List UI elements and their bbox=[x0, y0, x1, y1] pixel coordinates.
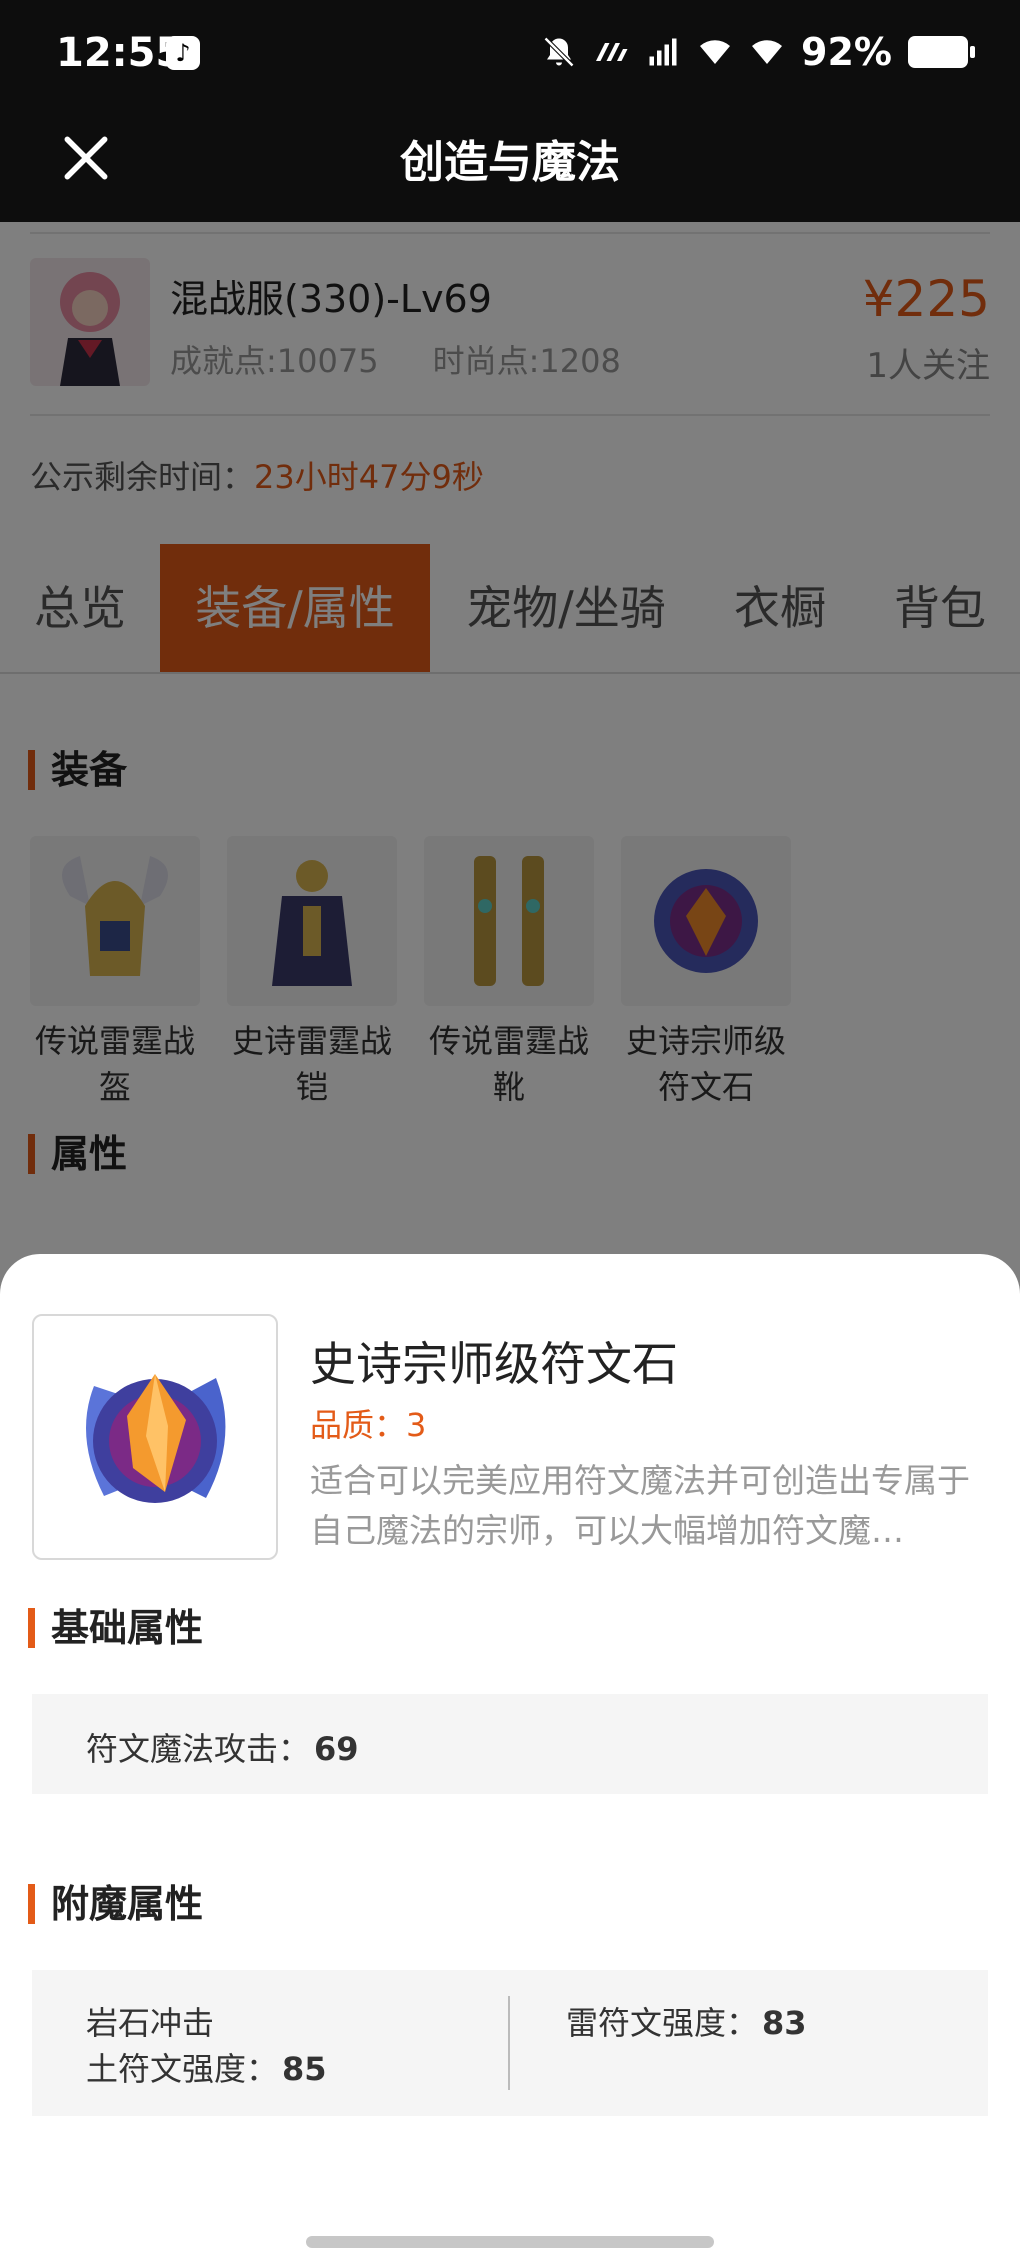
status-time: 12:55 bbox=[56, 30, 184, 76]
attribute-value: 69 bbox=[314, 1730, 359, 1768]
mute-bell-icon bbox=[543, 36, 575, 68]
item-detail-sheet: 史诗宗师级符文石 品质：3 适合可以完美应用符文魔法并可创造出专属于自己魔法的宗… bbox=[0, 1254, 1020, 2267]
column-divider bbox=[508, 1996, 510, 2090]
section-title-base-attributes: 基础属性 bbox=[28, 1608, 203, 1648]
wifi-icon-2 bbox=[752, 40, 783, 64]
attribute-value: 85 bbox=[282, 2050, 327, 2088]
section-title-enchant-attributes: 附魔属性 bbox=[28, 1884, 203, 1924]
network-icon bbox=[596, 43, 628, 61]
item-description: 适合可以完美应用符文魔法并可创造出专属于自己魔法的宗师，可以大幅增加符文魔… bbox=[310, 1461, 970, 1550]
app-header: 创造与魔法 bbox=[0, 110, 1020, 222]
page-title: 创造与魔法 bbox=[400, 137, 620, 188]
enchant-attribute: 土符文强度： 85 bbox=[86, 2044, 327, 2090]
enchant-name: 岩石冲击 bbox=[86, 2004, 215, 2042]
item-name: 史诗宗师级符文石 bbox=[310, 1337, 678, 1391]
attribute-label: 符文魔法攻击： bbox=[86, 1730, 311, 1768]
wifi-icon bbox=[700, 40, 731, 64]
attribute-label: 雷符文强度： bbox=[566, 2004, 759, 2042]
signal-5g-icon bbox=[649, 38, 677, 66]
enchant-attribute: 雷符文强度： 83 bbox=[566, 1998, 807, 2044]
battery-icon bbox=[908, 36, 975, 68]
home-indicator[interactable] bbox=[306, 2236, 714, 2248]
base-attributes-box: 符文魔法攻击： 69 bbox=[32, 1694, 988, 1794]
rune-stone-icon bbox=[32, 1314, 278, 1560]
item-quality: 品质：3 bbox=[310, 1406, 427, 1444]
base-attribute: 符文魔法攻击： 69 bbox=[86, 1724, 359, 1770]
status-icons: 92% bbox=[541, 30, 975, 74]
attribute-value: 83 bbox=[762, 2004, 807, 2042]
enchant-attributes-box: 岩石冲击 土符文强度： 85 雷符文强度： 83 bbox=[32, 1970, 988, 2116]
battery-percent: 92% bbox=[801, 30, 892, 74]
status-bar: 12:55 ♪ 92% bbox=[0, 0, 1020, 110]
attribute-label: 土符文强度： bbox=[86, 2050, 279, 2088]
tiktok-icon: ♪ bbox=[166, 36, 200, 70]
